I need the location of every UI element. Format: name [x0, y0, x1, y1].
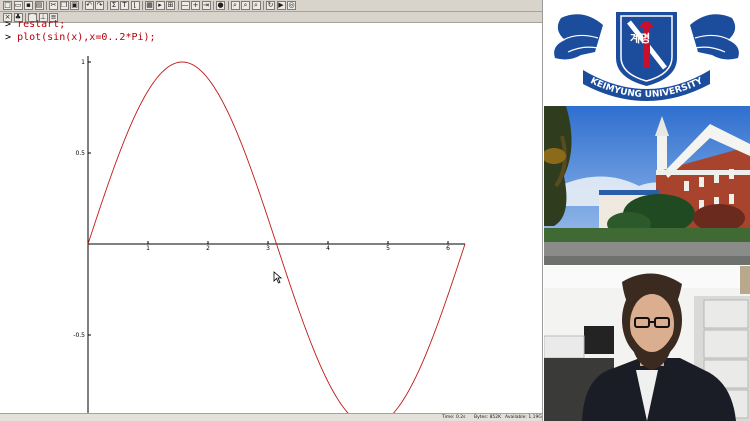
y-tick-label: -0.5 [73, 332, 85, 339]
x-tick-label: 5 [386, 245, 390, 252]
x-tick-label: 4 [326, 245, 330, 252]
x-tick-label: 1 [146, 245, 150, 252]
x-tick-label: 6 [446, 245, 450, 252]
campus-photo [544, 106, 750, 265]
y-tick-label: 1 [81, 59, 85, 66]
x-tick-label: 3 [266, 245, 270, 252]
university-logo: 계명 KEIMYUNG UNIVERSITY [554, 12, 739, 101]
logo-korean-text: 계명 [630, 31, 650, 45]
x-tick-label: 2 [206, 245, 210, 252]
status-bar: Time: 0.2s Bytes: 852K Available: 1.19G [0, 413, 542, 421]
status-bytes: Bytes: 852K [474, 415, 502, 420]
status-available: Available: 1.19G [505, 415, 542, 420]
video-sidebar: 계명 KEIMYUNG UNIVERSITY [543, 0, 750, 421]
plot-output[interactable]: 1 2 3 4 5 6 1 0.5 -0.5 [0, 0, 543, 421]
sine-curve-line [87, 61, 466, 421]
presenter-video [544, 266, 750, 421]
mouse-cursor-icon [273, 271, 283, 284]
status-time: Time: 0.2s [442, 415, 466, 420]
maple-window: □ ▭ ▪ ▤ ✂ ❐ ▣ ↶ ↷ Σ T[▦ ▸ ⊞ — + ⇥ ● ⌕ ⌕ ⌕ ↻ ▶ ◎ × ♣ ⌒ ⊥ ≡ > restar… [0, 0, 543, 421]
y-tick-label: 0.5 [75, 150, 85, 157]
